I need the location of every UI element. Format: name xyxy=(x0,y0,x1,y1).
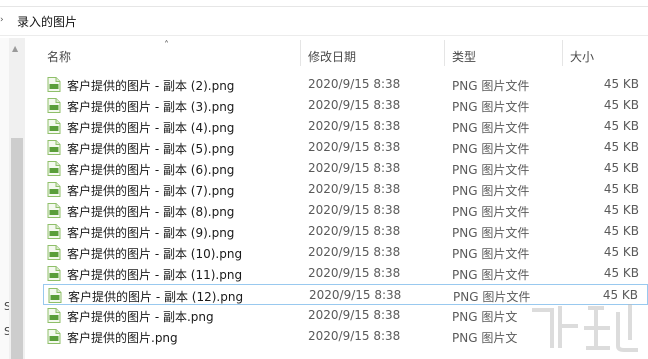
file-size: 45 KB xyxy=(603,77,639,91)
file-type: PNG 图片文 xyxy=(452,310,518,324)
file-type: PNG 图片文件 xyxy=(453,290,531,304)
png-file-icon xyxy=(47,77,61,92)
navigation-pane-edge[interactable]: S S xyxy=(0,38,11,359)
file-date: 2020/9/15 8:38 xyxy=(308,266,401,280)
file-name: 客户提供的图片.png xyxy=(67,331,178,345)
column-header-name[interactable]: 名称 xyxy=(47,48,71,65)
column-divider[interactable] xyxy=(300,40,301,66)
png-file-icon xyxy=(47,98,61,113)
file-size: 45 KB xyxy=(603,203,639,217)
file-row[interactable]: 客户提供的图片 - 副本 (10).png 2020/9/15 8:38 PNG 图… xyxy=(43,242,648,263)
file-type: PNG 图片文件 xyxy=(452,268,530,282)
file-date: 2020/9/15 8:38 xyxy=(308,119,401,133)
sort-up-icon: ˄ xyxy=(164,40,169,51)
file-date: 2020/9/15 8:38 xyxy=(308,203,401,217)
file-type: PNG 图片文件 xyxy=(452,121,530,135)
file-name: 客户提供的图片 - 副本 (2).png xyxy=(67,79,235,93)
file-type: PNG 图片文件 xyxy=(452,205,530,219)
file-date: 2020/9/15 8:38 xyxy=(308,77,401,91)
file-row[interactable]: 客户提供的图片 - 副本 (4).png 2020/9/15 8:38 PNG 图片… xyxy=(43,116,648,137)
file-size: 45 KB xyxy=(603,161,639,175)
file-type: PNG 图片文件 xyxy=(452,163,530,177)
png-file-icon xyxy=(47,119,61,134)
file-type: PNG 图片文件 xyxy=(452,79,530,93)
png-file-icon xyxy=(47,161,61,176)
file-date: 2020/9/15 8:38 xyxy=(308,245,401,259)
file-row[interactable]: 客户提供的图片 - 副本 (8).png 2020/9/15 8:38 PNG 图片… xyxy=(43,200,648,221)
column-header-size[interactable]: 大小 xyxy=(570,48,594,65)
file-name: 客户提供的图片 - 副本 (3).png xyxy=(67,100,235,114)
file-type: PNG 图片文 xyxy=(452,331,518,345)
png-file-icon xyxy=(47,182,61,197)
divider xyxy=(0,35,648,36)
file-name: 客户提供的图片 - 副本 (8).png xyxy=(67,205,235,219)
png-file-icon xyxy=(47,329,61,344)
breadcrumb-bar: › 录入的图片 xyxy=(0,0,648,38)
file-type: PNG 图片文件 xyxy=(452,100,530,114)
divider xyxy=(0,6,648,7)
file-name: 客户提供的图片 - 副本.png xyxy=(67,310,214,324)
file-row[interactable]: 客户提供的图片 - 副本 (5).png 2020/9/15 8:38 PNG 图片… xyxy=(43,137,648,158)
file-name: 客户提供的图片 - 副本 (12).png xyxy=(68,290,244,304)
file-date: 2020/9/15 8:38 xyxy=(308,182,401,196)
file-date: 2020/9/15 8:38 xyxy=(308,98,401,112)
png-file-icon xyxy=(47,266,61,281)
file-type: PNG 图片文件 xyxy=(452,142,530,156)
scroll-up-arrow-icon[interactable]: ▲ xyxy=(12,44,18,53)
file-row[interactable]: 客户提供的图片 - 副本 (2).png 2020/9/15 8:38 PNG 图片… xyxy=(43,74,648,95)
column-header-date[interactable]: 修改日期 xyxy=(308,48,356,65)
chevron-right-icon[interactable]: › xyxy=(0,15,4,25)
file-size: 45 KB xyxy=(603,224,639,238)
file-date: 2020/9/15 8:38 xyxy=(308,161,401,175)
column-divider[interactable] xyxy=(562,40,563,66)
file-row[interactable]: 客户提供的图片 - 副本 (11).png 2020/9/15 8:38 PNG 图… xyxy=(43,263,648,284)
file-name: 客户提供的图片 - 副本 (5).png xyxy=(67,142,235,156)
png-file-icon xyxy=(47,203,61,218)
file-type: PNG 图片文件 xyxy=(452,226,530,240)
file-size: 45 KB xyxy=(603,140,639,154)
file-size: 45 KB xyxy=(603,266,639,280)
file-row[interactable]: 客户提供的图片 - 副本 (3).png 2020/9/15 8:38 PNG 图片… xyxy=(43,95,648,116)
column-divider[interactable] xyxy=(444,40,445,66)
file-date: 2020/9/15 8:38 xyxy=(308,224,401,238)
file-row[interactable]: 客户提供的图片 - 副本 (9).png 2020/9/15 8:38 PNG 图片… xyxy=(43,221,648,242)
file-type: PNG 图片文件 xyxy=(452,184,530,198)
png-file-icon xyxy=(47,140,61,155)
file-row[interactable]: 客户提供的图片 - 副本 (6).png 2020/9/15 8:38 PNG 图片… xyxy=(43,158,648,179)
file-size: 45 KB xyxy=(603,182,639,196)
file-date: 2020/9/15 8:38 xyxy=(309,288,402,302)
file-name: 客户提供的图片 - 副本 (7).png xyxy=(67,184,235,198)
png-file-icon xyxy=(47,224,61,239)
file-size: 45 KB xyxy=(603,119,639,133)
png-file-icon xyxy=(48,288,62,303)
file-name: 客户提供的图片 - 副本 (11).png xyxy=(67,268,243,282)
file-name: 客户提供的图片 - 副本 (9).png xyxy=(67,226,235,240)
file-name: 客户提供的图片 - 副本 (10).png xyxy=(67,247,243,261)
file-row[interactable]: 客户提供的图片 - 副本 (7).png 2020/9/15 8:38 PNG 图片… xyxy=(43,179,648,200)
watermark-logo xyxy=(532,304,638,352)
png-file-icon xyxy=(47,308,61,323)
file-date: 2020/9/15 8:38 xyxy=(308,140,401,154)
file-size: 45 KB xyxy=(603,245,639,259)
scrollbar-thumb[interactable] xyxy=(11,138,23,359)
png-file-icon xyxy=(47,245,61,260)
column-header-type[interactable]: 类型 xyxy=(452,48,476,65)
file-date: 2020/9/15 8:38 xyxy=(308,329,401,343)
file-name: 客户提供的图片 - 副本 (4).png xyxy=(67,121,235,135)
file-size: 45 KB xyxy=(603,98,639,112)
file-type: PNG 图片文件 xyxy=(452,247,530,261)
breadcrumb-folder[interactable]: 录入的图片 xyxy=(17,13,77,30)
file-name: 客户提供的图片 - 副本 (6).png xyxy=(67,163,235,177)
file-date: 2020/9/15 8:38 xyxy=(308,308,401,322)
